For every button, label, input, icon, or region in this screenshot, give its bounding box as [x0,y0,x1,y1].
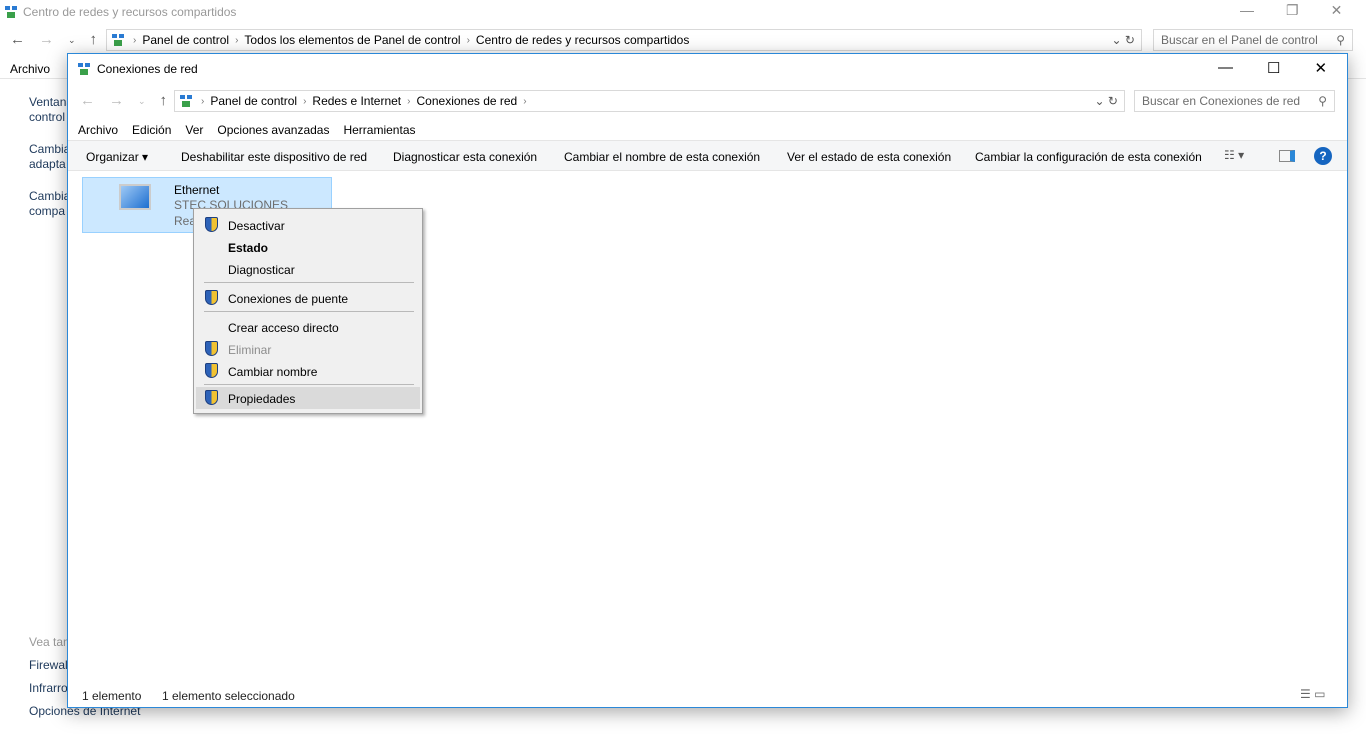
up-icon[interactable]: ↑ [90,31,98,48]
search-icon: ⚲ [1318,94,1327,108]
see-also-link[interactable]: Infrarro [29,681,68,695]
view-status-button[interactable]: Ver el estado de esta conexión [787,150,951,164]
restore-button[interactable]: ❐ [1286,2,1299,19]
menu-herramientas[interactable]: Herramientas [343,123,415,137]
disable-device-button[interactable]: Deshabilitar este dispositivo de red [181,150,367,164]
preview-pane-icon[interactable] [1279,150,1295,162]
outer-address-bar[interactable]: › Panel de control › Todos los elementos d… [106,29,1142,51]
minimize-button[interactable]: — [1240,2,1254,19]
rename-button[interactable]: Cambiar el nombre de esta conexión [564,150,760,164]
outer-search-input[interactable]: Buscar en el Panel de control ⚲ [1153,29,1353,51]
see-also-link[interactable]: Firewal [29,658,68,672]
network-connections-icon [179,94,193,108]
breadcrumb-item[interactable]: Panel de control [210,94,297,108]
menu-archivo[interactable]: Archivo [78,123,118,137]
menu-item-eliminar: Eliminar [194,340,422,360]
menu-ver[interactable]: Ver [185,123,203,137]
uac-shield-icon [205,341,218,356]
details-view-icon[interactable]: ☰ ▭ [1300,687,1325,701]
adapter-name: Ethernet [174,183,220,197]
outer-window-title: Centro de redes y recursos compartidos [23,5,237,19]
forward-icon[interactable]: → [39,31,54,48]
status-count: 1 elemento [82,689,142,703]
back-icon[interactable]: ← [10,31,25,48]
breadcrumb-item[interactable]: Panel de control [142,33,229,47]
status-selected: 1 elemento seleccionado [162,689,295,703]
search-placeholder: Buscar en Conexiones de red [1142,94,1301,108]
uac-shield-icon [205,390,218,405]
network-center-icon [111,33,125,47]
search-icon: ⚲ [1336,33,1345,47]
breadcrumb-item[interactable]: Redes e Internet [312,94,401,108]
window-title: Conexiones de red [97,62,198,76]
close-button[interactable]: ✕ [1331,2,1343,19]
uac-shield-icon [205,363,218,378]
menu-edicion[interactable]: Edición [132,123,171,137]
refresh-icon[interactable]: ⌄ ↻ [1095,94,1118,108]
menu-archivo[interactable]: Archivo [10,62,50,76]
network-connections-icon [77,62,91,76]
uac-shield-icon [205,290,218,305]
diagnose-button[interactable]: Diagnosticar esta conexión [393,150,537,164]
menu-item-desactivar[interactable]: Desactivar [194,216,422,236]
menu-item-conexiones-puente[interactable]: Conexiones de puente [194,289,422,309]
up-icon[interactable]: ↑ [160,92,168,109]
context-menu: Desactivar Estado Diagnosticar Conexione… [193,208,423,414]
command-bar: Organizar ▾ Deshabilitar este dispositiv… [68,140,1347,171]
recent-chevron-icon[interactable]: ⌄ [138,96,146,109]
help-icon[interactable]: ? [1314,147,1332,165]
view-options-icon[interactable]: ☷ ▾ [1224,148,1244,162]
breadcrumb-item[interactable]: Centro de redes y recursos compartidos [476,33,689,47]
search-input[interactable]: Buscar en Conexiones de red ⚲ [1134,90,1335,112]
menu-item-crear-acceso[interactable]: Crear acceso directo [194,318,422,338]
back-icon[interactable]: ← [80,92,95,109]
menu-item-cambiar-nombre[interactable]: Cambiar nombre [194,362,422,382]
menu-item-propiedades[interactable]: Propiedades [196,387,420,409]
uac-shield-icon [205,217,218,232]
close-button[interactable]: ✕ [1314,59,1327,77]
organize-button[interactable]: Organizar ▾ [86,150,148,164]
change-settings-button[interactable]: Cambiar la configuración de esta conexió… [975,150,1202,164]
breadcrumb-item[interactable]: Conexiones de red [417,94,518,108]
forward-icon[interactable]: → [109,92,124,109]
address-bar[interactable]: › Panel de control › Redes e Internet › Con… [174,90,1125,112]
minimize-button[interactable]: — [1218,59,1233,77]
maximize-button[interactable]: ☐ [1267,59,1280,77]
network-center-icon [4,5,18,19]
breadcrumb-item[interactable]: Todos los elementos de Panel de control [244,33,460,47]
menu-item-estado[interactable]: Estado [194,238,422,258]
menu-opciones-avanzadas[interactable]: Opciones avanzadas [217,123,329,137]
chevron-down-icon[interactable]: ⌄ ↻ [1112,33,1135,47]
search-placeholder: Buscar en el Panel de control [1161,33,1318,47]
menu-item-diagnosticar[interactable]: Diagnosticar [194,260,422,280]
recent-chevron-icon[interactable]: ⌄ [68,35,76,48]
ethernet-adapter-icon [119,184,151,210]
